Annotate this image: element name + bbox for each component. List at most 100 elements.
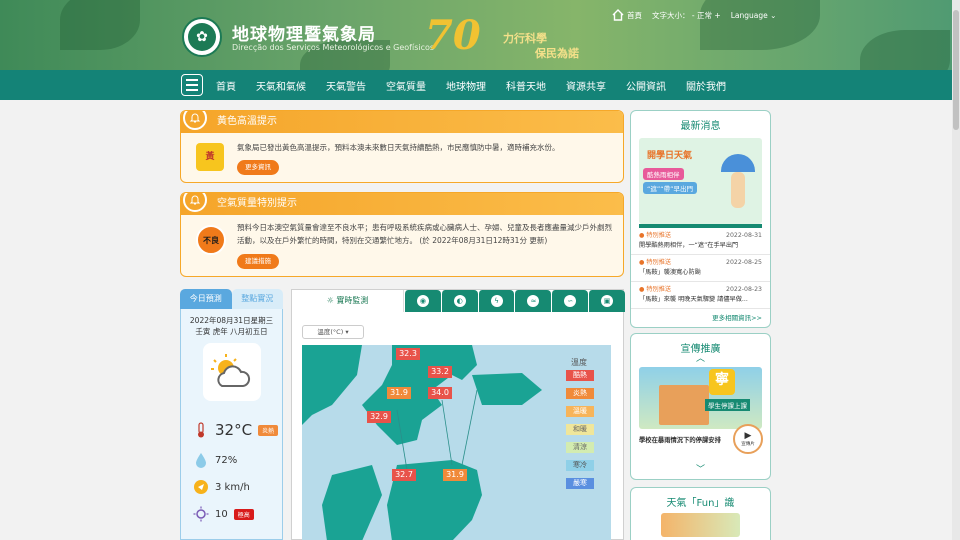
font-size-label: 文字大小： [652, 10, 690, 20]
chevron-up-icon[interactable]: ︿ [631, 355, 770, 364]
chevron-down-icon: ⌄ [770, 10, 777, 20]
promo-caption: 學校在暴雨情況下的停課安排 [639, 437, 721, 444]
school-illustration-icon [659, 385, 709, 425]
temperature-map[interactable]: 32.3 33.2 31.9 34.0 32.9 32.7 31.9 溫度 酷熱… [302, 345, 611, 540]
temp-reading[interactable]: 33.2 [428, 366, 452, 378]
slogan-line1: 力行科學 [503, 32, 547, 45]
font-decrease-button[interactable]: - [692, 11, 695, 20]
tab-hourly-observation[interactable]: 整點實況 [231, 289, 283, 309]
nav-item-air-quality[interactable]: 空氣質量 [386, 78, 426, 93]
legend-item: 清涼 [566, 442, 594, 453]
tab-radar[interactable]: ◉ [404, 290, 441, 312]
page-scrollbar[interactable] [952, 0, 960, 540]
more-info-button[interactable]: 更多資訊 [237, 160, 279, 175]
tab-camera[interactable]: ▣ [588, 290, 625, 312]
news-img-title: 開學日天氣 [647, 151, 693, 161]
alert-high-temperature: 黃色高溫提示 黃 氣象局已發出黃色高溫提示，預料本澳未來數日天氣持續酷熱，市民應… [180, 110, 624, 183]
temp-reading[interactable]: 31.9 [387, 387, 411, 399]
home-link[interactable]: 首頁 [612, 9, 642, 21]
nav-item-geophysics[interactable]: 地球物理 [446, 78, 486, 93]
home-icon [612, 9, 624, 21]
temp-reading[interactable]: 32.7 [392, 469, 416, 481]
language-menu[interactable]: Language ⌄ [731, 11, 777, 20]
tab-satellite[interactable]: ◐ [440, 290, 478, 312]
alert-text: 氣象局已發出黃色高溫提示，預料本澳未來數日天氣持續酷熱，市民應慎防中暑，適時補充… [237, 143, 560, 152]
nav-item-science[interactable]: 科普天地 [506, 78, 546, 93]
nav-item-warnings[interactable]: 天氣警告 [326, 78, 366, 93]
news-item[interactable]: ● 特別推送 2022-08-25 「馬鞍」襲澳寬心防颱 [631, 255, 770, 282]
temperature-row: 32°C 炎熱 [193, 421, 279, 439]
tab-lightning[interactable]: ϟ [477, 290, 515, 312]
temperature-value: 32°C [215, 421, 253, 439]
alert-title: 空氣質量特別提示 [217, 198, 297, 209]
temp-reading[interactable]: 32.9 [367, 411, 391, 423]
news-img-line2: 酷熱雨相伴 [643, 168, 684, 180]
bell-icon [183, 193, 207, 212]
chevron-down-icon[interactable]: ﹀ [631, 462, 770, 475]
news-item[interactable]: ● 特別推送 2022-08-23 「馬鞍」來襲 明晚天氣驟變 請儘早做... [631, 282, 770, 309]
forecast-tabs: 今日預測 整點實況 [180, 289, 283, 309]
font-increase-button[interactable]: + [714, 11, 720, 20]
alert-title: 黃色高溫提示 [217, 116, 277, 127]
alert-air-quality: 空氣質量特別提示 不良 預料今日本澳空氣質量會達至不良水平；患有呼吸系統疾病或心… [180, 192, 624, 277]
bell-icon [183, 111, 207, 130]
legend-item: 炎熱 [566, 388, 594, 399]
legend-item: 和暖 [566, 424, 594, 435]
news-item[interactable]: ● 特別推送 2022-08-31 開學酷熱雨相伴，一“遮”在手早出門 [631, 228, 770, 255]
poor-air-quality-icon: 不良 [196, 225, 226, 255]
menu-button[interactable] [181, 74, 203, 96]
thermometer-icon [193, 422, 209, 438]
nav-item-about[interactable]: 關於我們 [686, 78, 726, 93]
uv-row: 10 極高 [193, 506, 254, 522]
nav-item-resources[interactable]: 資源共享 [566, 78, 606, 93]
language-label: Language [730, 10, 768, 20]
temp-reading[interactable]: 34.0 [428, 387, 452, 399]
tab-tide[interactable]: ≈ [514, 290, 552, 312]
nav-item-home[interactable]: 首頁 [216, 78, 236, 93]
news-img-line3: “遮”“帶”早出門 [643, 182, 697, 194]
camera-icon: ▣ [601, 295, 614, 307]
umbrella-illustration-icon [721, 154, 755, 172]
site-title[interactable]: 地球物理暨氣象局 [232, 20, 376, 45]
tab-today-forecast[interactable]: 今日預測 [180, 289, 232, 309]
more-news-link[interactable]: 更多相關資訊>> [631, 309, 770, 325]
slogan-line2: 保民為諾 [535, 47, 579, 60]
tab-realtime-monitor[interactable]: ☼ 實時監測 [292, 290, 404, 312]
nav-item-weather[interactable]: 天氣和氣候 [256, 78, 306, 93]
news-banner-image[interactable]: 開學日天氣 酷熱雨相伴 “遮”“帶”早出門 [639, 138, 762, 224]
legend-item: 嚴寒 [566, 478, 594, 489]
font-normal-button[interactable]: 正常 [697, 11, 712, 20]
promotion-panel: 宣傳推廣 ︿ 寧 學生停課上課 學校在暴雨情況下的停課安排 ▶ 宣傳片 ﹀ [630, 333, 771, 480]
news-title: 最新消息 [680, 121, 721, 132]
fun-title: 天氣「Fun」識 [666, 498, 735, 509]
wind-row: 3 km/h [193, 479, 250, 495]
legend-item: 酷熱 [566, 370, 594, 381]
nav-item-public-info[interactable]: 公開資訊 [626, 78, 666, 93]
tab-sea[interactable]: ∽ [551, 290, 589, 312]
temp-reading[interactable]: 31.9 [443, 469, 467, 481]
wind-value: 3 km/h [215, 481, 250, 493]
alert-header: 黃色高溫提示 [181, 111, 623, 133]
latest-news-panel: 最新消息 開學日天氣 酷熱雨相伴 “遮”“帶”早出門 ● 特別推送 2022-08… [630, 110, 771, 328]
child-illustration-icon [731, 172, 745, 208]
lightning-icon: ϟ [490, 295, 503, 307]
video-button[interactable]: ▶ 宣傳片 [733, 424, 763, 454]
site-logo[interactable]: ✿ [182, 17, 222, 57]
temp-reading[interactable]: 32.3 [396, 348, 420, 360]
promo-title: 宣傳推廣 [680, 344, 721, 355]
tide-icon: ≈ [527, 295, 540, 307]
humidity-value: 72% [215, 454, 238, 466]
fun-image[interactable] [661, 513, 740, 537]
humidity-row: 72% [193, 452, 237, 468]
realtime-monitor-panel: ☼ 實時監測 ◉ ◐ ϟ ≈ ∽ ▣ 溫度(°C) ▾ 32.3 33.2 31… [291, 289, 625, 540]
home-label: 首頁 [627, 10, 642, 20]
sunny-cloudy-icon [210, 354, 250, 387]
video-label: 宣傳片 [741, 442, 755, 447]
suggestions-button[interactable]: 建議措施 [237, 254, 279, 269]
humidity-drop-icon [193, 452, 209, 468]
promo-image[interactable]: 寧 學生停課上課 [639, 367, 762, 429]
temperature-select[interactable]: 溫度(°C) ▾ [302, 325, 364, 339]
alert-header: 空氣質量特別提示 [181, 193, 623, 215]
forecast-date: 2022年08月31日星期三 壬寅 虎年 八月初五日 [189, 316, 274, 336]
promo-sign: 寧 [709, 369, 735, 395]
